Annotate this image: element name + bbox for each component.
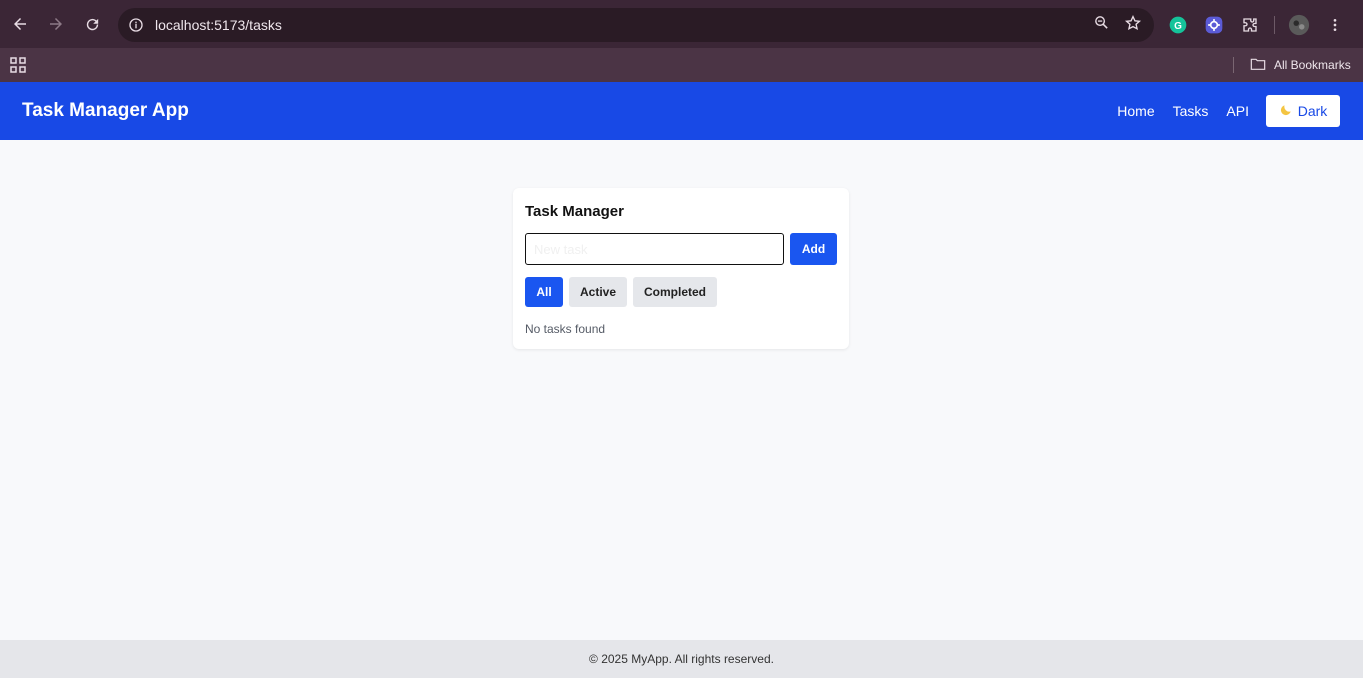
address-bar[interactable]: localhost:5173/tasks [118, 8, 1154, 42]
apps-icon[interactable] [10, 57, 26, 73]
puzzle-icon[interactable] [1238, 13, 1262, 37]
browser-toolbar: localhost:5173/tasks G [0, 0, 1363, 48]
bookmarks-bar: All Bookmarks [0, 48, 1363, 82]
filter-completed-button[interactable]: Completed [633, 277, 717, 307]
theme-toggle-button[interactable]: Dark [1266, 95, 1340, 127]
filter-group: All Active Completed [525, 277, 717, 307]
add-task-button[interactable]: Add [790, 233, 837, 265]
page-footer: © 2025 MyApp. All rights reserved. [0, 640, 1363, 678]
task-manager-card: Task Manager Add All Active Completed No… [513, 188, 849, 349]
bookmarks-divider [1233, 57, 1234, 73]
extension-icon[interactable] [1202, 13, 1226, 37]
info-icon[interactable] [126, 15, 146, 35]
theme-toggle-label: Dark [1297, 103, 1328, 119]
back-icon[interactable] [2, 6, 38, 42]
filter-all-button[interactable]: All [525, 277, 563, 307]
star-icon[interactable] [1124, 14, 1142, 37]
folder-icon [1250, 57, 1266, 74]
app-brand[interactable]: Task Manager App [22, 100, 189, 122]
svg-text:G: G [1174, 21, 1182, 32]
nav-api-link[interactable]: API [1226, 103, 1249, 119]
reload-icon[interactable] [74, 6, 110, 42]
nav-home-link[interactable]: Home [1117, 103, 1154, 119]
new-task-input[interactable] [525, 233, 784, 265]
all-bookmarks-label: All Bookmarks [1274, 58, 1351, 72]
grammarly-icon[interactable]: G [1166, 13, 1190, 37]
toolbar-divider [1274, 16, 1275, 34]
moon-icon [1279, 103, 1293, 120]
app-nav: Home Tasks API Dark [1117, 95, 1340, 127]
all-bookmarks-button[interactable]: All Bookmarks [1250, 48, 1351, 82]
zoom-icon[interactable] [1093, 14, 1110, 36]
card-title: Task Manager [525, 203, 624, 220]
forward-icon[interactable] [38, 6, 74, 42]
app-header: Task Manager App Home Tasks API Dark [0, 82, 1363, 140]
nav-tasks-link[interactable]: Tasks [1173, 103, 1209, 119]
url-text[interactable]: localhost:5173/tasks [155, 17, 282, 33]
menu-icon[interactable] [1323, 13, 1347, 37]
filter-active-button[interactable]: Active [569, 277, 627, 307]
avatar[interactable] [1287, 13, 1311, 37]
footer-text: © 2025 MyApp. All rights reserved. [589, 652, 774, 666]
empty-state-message: No tasks found [525, 322, 606, 336]
